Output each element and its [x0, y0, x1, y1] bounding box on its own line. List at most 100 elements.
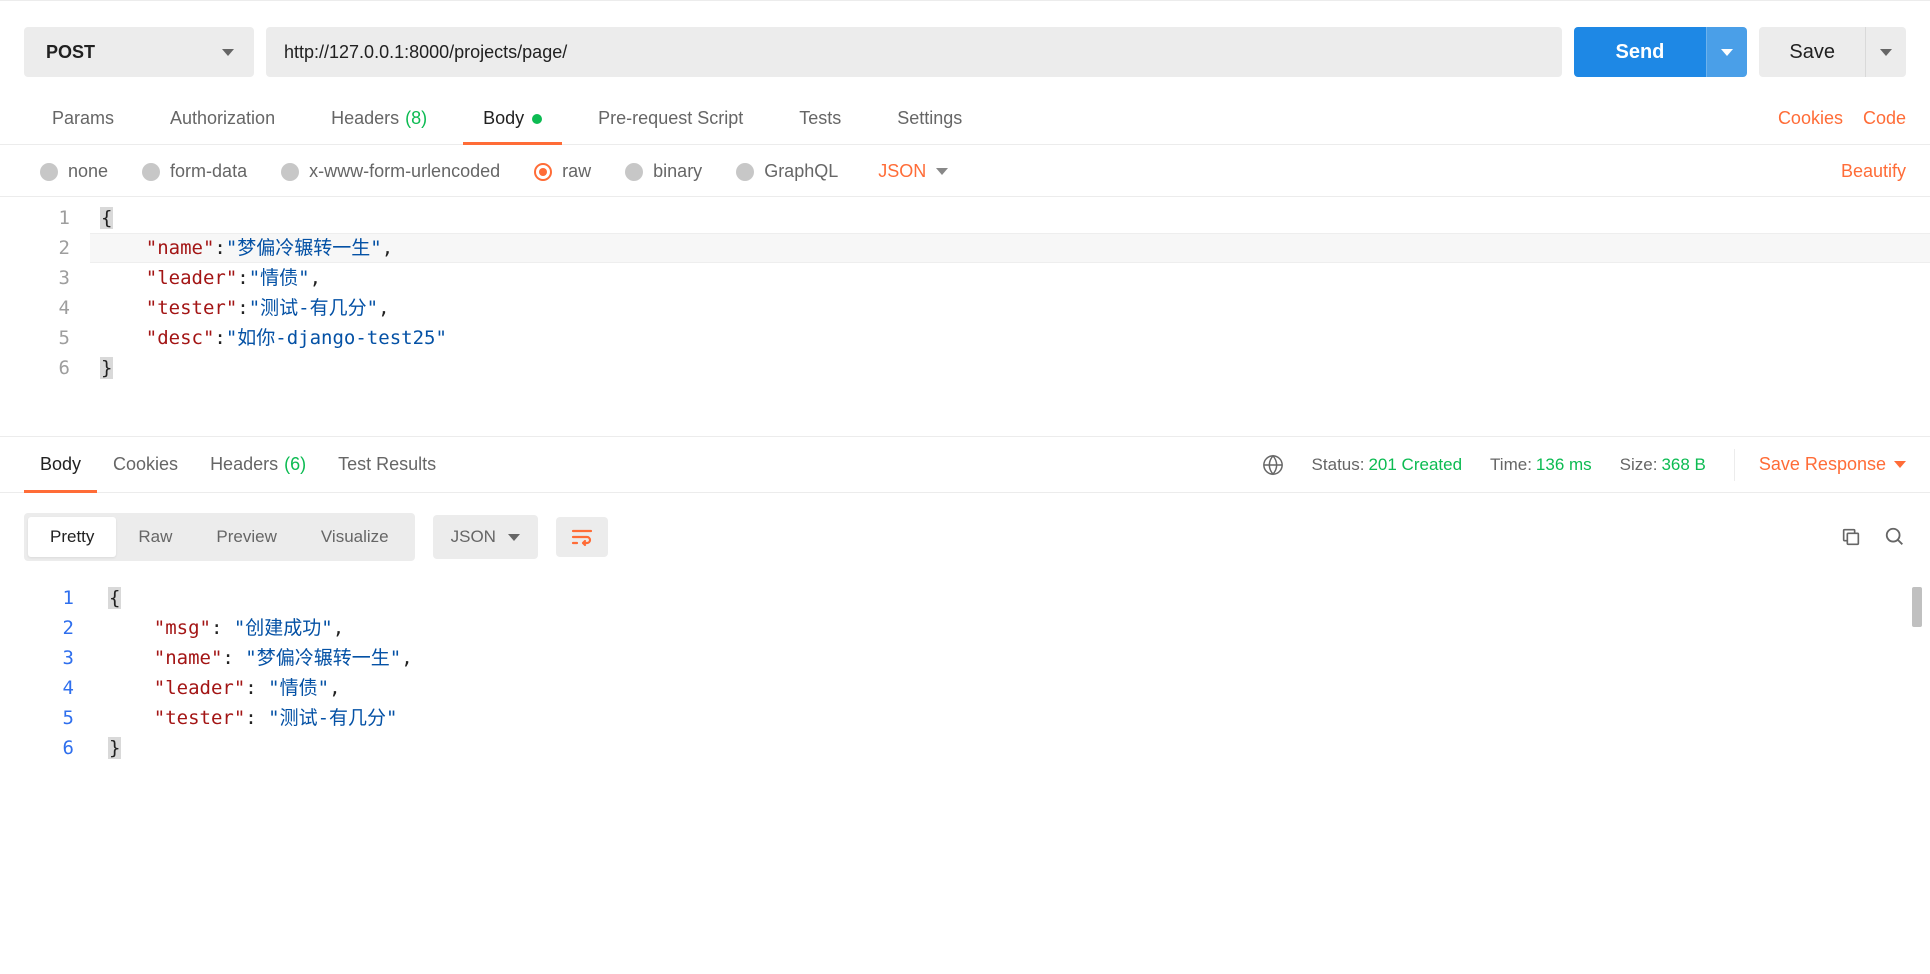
tab-prerequest[interactable]: Pre-request Script	[570, 93, 771, 144]
body-type-none[interactable]: none	[40, 161, 108, 182]
send-options-button[interactable]	[1706, 27, 1747, 77]
size-meta: Size:368 B	[1620, 455, 1706, 475]
response-meta: Status:201 Created Time:136 ms Size:368 …	[1262, 449, 1906, 481]
token-string: "情债"	[249, 267, 310, 289]
token-string: "梦偏冷辗转一生"	[245, 647, 401, 669]
method-dropdown[interactable]: POST	[24, 27, 254, 77]
response-toolbar-right	[1840, 526, 1906, 548]
response-tab-testresults[interactable]: Test Results	[322, 437, 452, 492]
line-number: 3	[0, 643, 74, 673]
beautify-link[interactable]: Beautify	[1841, 161, 1906, 182]
token-key: "leader"	[146, 267, 238, 289]
send-button[interactable]: Send	[1574, 27, 1707, 77]
cookies-link[interactable]: Cookies	[1778, 108, 1843, 129]
token-key: "tester"	[154, 707, 246, 729]
line-number: 5	[0, 703, 74, 733]
request-tabs: Params Authorization Headers (8) Body Pr…	[0, 93, 1930, 145]
token-key: "desc"	[146, 327, 215, 349]
save-response-button[interactable]: Save Response	[1734, 449, 1906, 481]
time-label: Time:	[1490, 455, 1532, 474]
size-value: 368 B	[1661, 455, 1705, 474]
save-response-label: Save Response	[1759, 454, 1886, 475]
response-tab-cookies[interactable]: Cookies	[97, 437, 194, 492]
response-tab-headers[interactable]: Headers (6)	[194, 437, 322, 492]
line-number: 4	[0, 673, 74, 703]
response-format-label: JSON	[451, 527, 496, 547]
view-raw[interactable]: Raw	[116, 517, 194, 557]
tab-body[interactable]: Body	[455, 93, 570, 144]
body-active-dot-icon	[532, 114, 542, 124]
chevron-down-icon	[508, 534, 520, 541]
save-group: Save	[1759, 27, 1906, 77]
scrollbar-thumb[interactable]	[1912, 587, 1922, 627]
response-view-tabs: Pretty Raw Preview Visualize	[24, 513, 415, 561]
token-key: "name"	[154, 647, 223, 669]
view-preview[interactable]: Preview	[194, 517, 298, 557]
line-number: 1	[0, 583, 74, 613]
token-key: "name"	[146, 237, 215, 259]
size-label: Size:	[1620, 455, 1658, 474]
token-key: "msg"	[154, 617, 211, 639]
chevron-down-icon	[1894, 461, 1906, 468]
token-string: "如你-django-test25"	[226, 327, 447, 349]
response-gutter: 1 2 3 4 5 6	[0, 577, 98, 769]
save-options-button[interactable]	[1865, 27, 1906, 77]
tab-body-label: Body	[483, 108, 524, 129]
status-value: 201 Created	[1368, 455, 1462, 474]
view-visualize[interactable]: Visualize	[299, 517, 411, 557]
tab-settings[interactable]: Settings	[869, 93, 990, 144]
globe-icon[interactable]	[1262, 454, 1284, 476]
search-icon[interactable]	[1884, 526, 1906, 548]
tab-authorization[interactable]: Authorization	[142, 93, 303, 144]
token-brace: }	[100, 357, 113, 379]
token-key: "tester"	[146, 297, 238, 319]
tab-params[interactable]: Params	[24, 93, 142, 144]
code-link[interactable]: Code	[1863, 108, 1906, 129]
copy-icon[interactable]	[1840, 526, 1862, 548]
token-brace: {	[108, 587, 121, 609]
body-type-graphql[interactable]: GraphQL	[736, 161, 838, 182]
request-bar: POST Send Save	[0, 0, 1930, 93]
line-number: 5	[0, 323, 70, 353]
editor-lines: { "name":"梦偏冷辗转一生", "leader":"情债", "test…	[90, 197, 1930, 436]
token-string: "梦偏冷辗转一生"	[226, 237, 382, 259]
line-number: 2	[0, 233, 70, 263]
status-label: Status:	[1312, 455, 1365, 474]
token-string: "测试-有几分"	[268, 707, 397, 729]
body-format-label: JSON	[878, 161, 926, 182]
response-tab-body[interactable]: Body	[24, 437, 97, 492]
radio-icon	[281, 163, 299, 181]
body-type-urlencoded-label: x-www-form-urlencoded	[309, 161, 500, 182]
wrap-lines-button[interactable]	[556, 517, 608, 557]
chevron-down-icon	[222, 49, 234, 56]
response-body-viewer: 1 2 3 4 5 6 { "msg": "创建成功", "name": "梦偏…	[0, 577, 1930, 769]
line-number: 4	[0, 293, 70, 323]
body-types-row: none form-data x-www-form-urlencoded raw…	[0, 145, 1930, 197]
tab-headers[interactable]: Headers (8)	[303, 93, 455, 144]
response-header: Body Cookies Headers (6) Test Results St…	[0, 437, 1930, 493]
body-type-binary[interactable]: binary	[625, 161, 702, 182]
body-type-urlencoded[interactable]: x-www-form-urlencoded	[281, 161, 500, 182]
body-type-formdata[interactable]: form-data	[142, 161, 247, 182]
save-button[interactable]: Save	[1759, 27, 1865, 77]
response-lines: { "msg": "创建成功", "name": "梦偏冷辗转一生", "lea…	[98, 577, 1930, 769]
view-pretty[interactable]: Pretty	[28, 517, 116, 557]
body-type-raw[interactable]: raw	[534, 161, 591, 182]
line-number: 1	[0, 203, 70, 233]
line-number: 2	[0, 613, 74, 643]
token-brace: {	[100, 207, 113, 229]
body-type-graphql-label: GraphQL	[764, 161, 838, 182]
radio-icon	[142, 163, 160, 181]
response-format-dropdown[interactable]: JSON	[433, 515, 538, 559]
body-type-binary-label: binary	[653, 161, 702, 182]
chevron-down-icon	[936, 168, 948, 175]
editor-gutter: 1 2 3 4 5 6	[0, 197, 90, 436]
url-input[interactable]	[266, 27, 1562, 77]
tab-tests[interactable]: Tests	[771, 93, 869, 144]
radio-icon	[534, 163, 552, 181]
tab-headers-label: Headers	[331, 108, 399, 129]
chevron-down-icon	[1721, 49, 1733, 56]
request-body-editor[interactable]: 1 2 3 4 5 6 { "name":"梦偏冷辗转一生", "leader"…	[0, 197, 1930, 437]
radio-icon	[736, 163, 754, 181]
body-format-dropdown[interactable]: JSON	[878, 161, 948, 182]
